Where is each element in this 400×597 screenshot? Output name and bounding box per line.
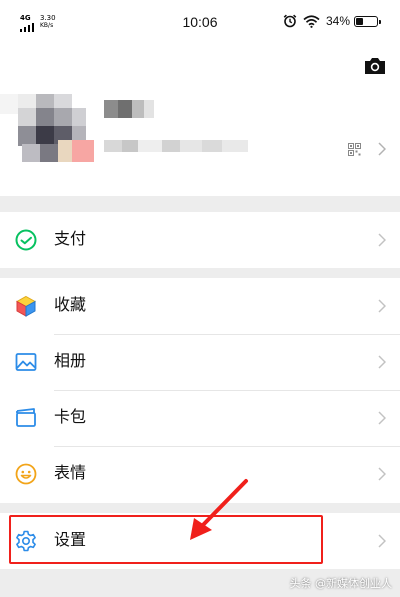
menu-label-pay: 支付 — [54, 229, 87, 248]
wifi-icon — [303, 14, 320, 28]
favorites-cube-icon — [15, 295, 37, 317]
menu-item-favorites[interactable]: 收藏 — [0, 278, 400, 334]
chevron-right-icon — [378, 411, 386, 425]
chevron-right-icon — [378, 355, 386, 369]
menu-label-stickers: 表情 — [54, 463, 87, 482]
settings-highlight-box — [9, 515, 323, 564]
menu-item-album[interactable]: 相册 — [0, 334, 400, 390]
menu-item-cards[interactable]: 卡包 — [0, 390, 400, 446]
card-wallet-icon — [16, 408, 36, 427]
battery-fill — [356, 18, 363, 25]
wechat-pay-icon — [15, 229, 37, 251]
status-icons: 34% — [283, 14, 350, 28]
menu-label-favorites: 收藏 — [54, 295, 87, 314]
wechat-id-blurred — [104, 140, 248, 152]
battery-percent: 34% — [325, 14, 350, 28]
nickname-blurred — [104, 100, 154, 118]
chevron-right-icon — [378, 299, 386, 313]
chevron-right-icon — [378, 467, 386, 481]
section-collections: 收藏 相册 卡包 表情 — [0, 278, 400, 503]
chevron-right-icon — [378, 233, 386, 247]
red-arrow-annotation — [190, 479, 248, 540]
menu-label-cards: 卡包 — [54, 407, 87, 426]
avatar[interactable] — [0, 94, 100, 166]
status-bar: 4G 3.30 KB/s 10:06 34% — [0, 0, 400, 44]
alarm-icon — [283, 14, 297, 28]
menu-label-album: 相册 — [54, 351, 87, 370]
chevron-right-icon — [378, 534, 386, 548]
album-icon — [15, 353, 37, 371]
camera-icon[interactable] — [364, 56, 386, 76]
sticker-smiley-icon — [15, 463, 37, 485]
profile-header[interactable] — [0, 44, 400, 196]
menu-item-pay[interactable]: 支付 — [0, 212, 400, 268]
battery-icon — [354, 16, 381, 27]
watermark: 头条 @新媒体创业人 — [289, 577, 393, 590]
section-pay: 支付 — [0, 212, 400, 268]
chevron-right-icon[interactable] — [378, 142, 386, 156]
qr-code-icon[interactable] — [348, 143, 361, 156]
